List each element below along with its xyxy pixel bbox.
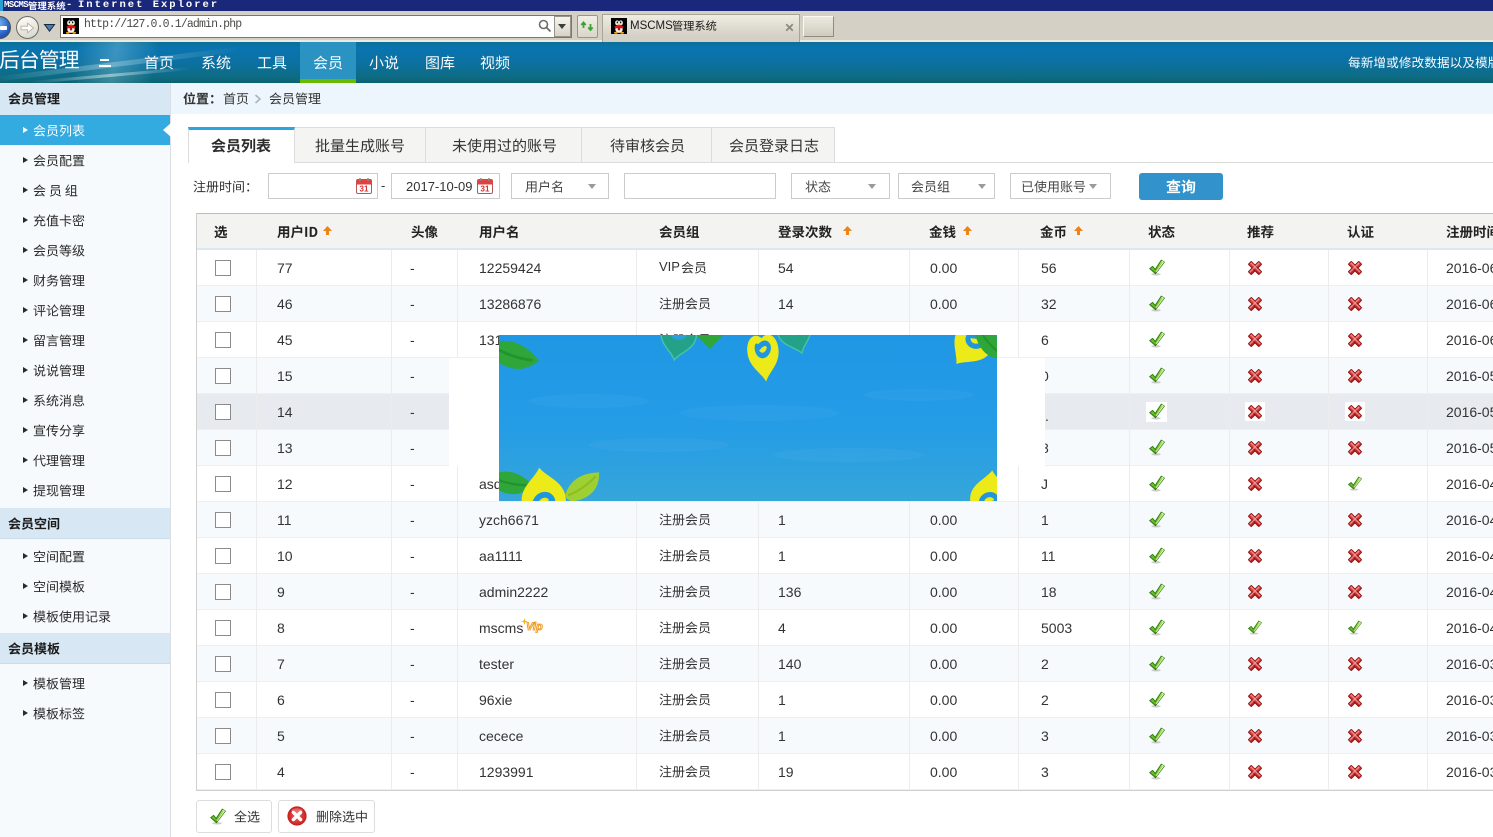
svg-text:31: 31 xyxy=(481,185,490,194)
svg-text:31: 31 xyxy=(360,185,369,194)
